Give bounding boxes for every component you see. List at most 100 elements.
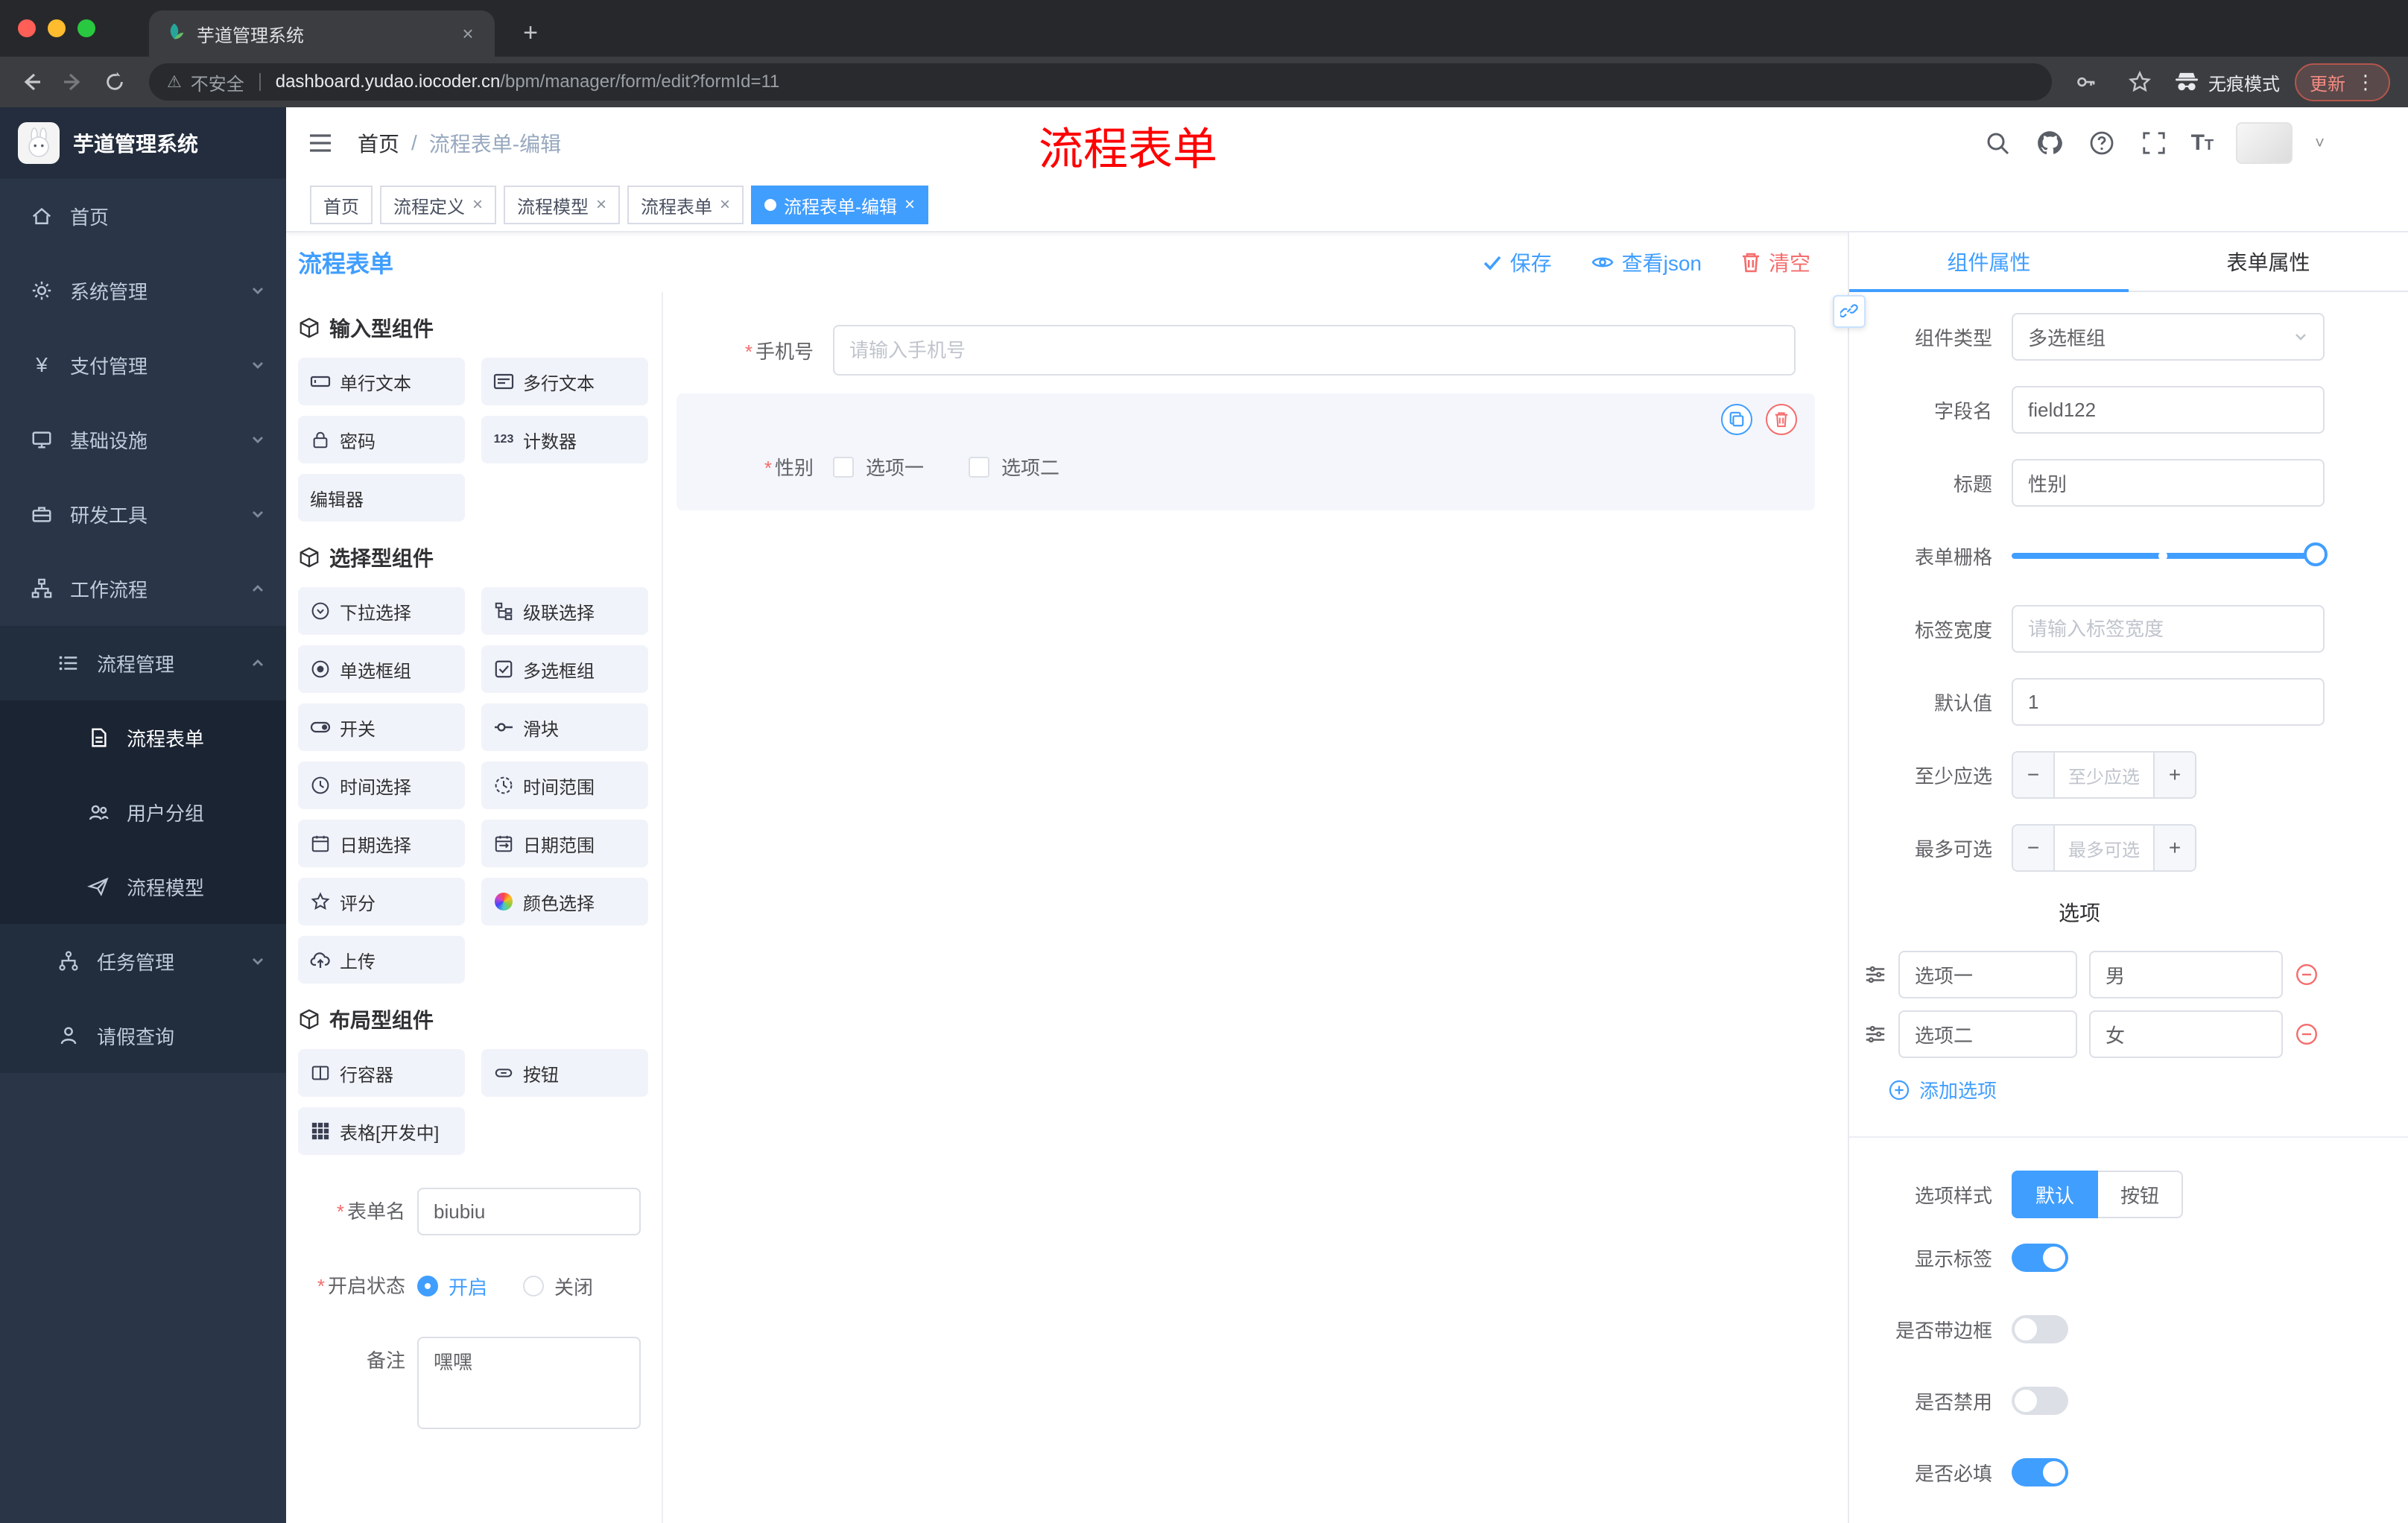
palette-item-button[interactable]: 按钮 (481, 1049, 648, 1097)
sidebar-item-leave-query[interactable]: 请假查询 (0, 998, 286, 1073)
tag-close-icon[interactable]: × (596, 194, 606, 215)
fullscreen-icon[interactable] (2139, 128, 2169, 158)
max-select-value[interactable]: 最多可选 (2055, 826, 2153, 870)
clear-button[interactable]: 清空 (1740, 247, 1810, 277)
palette-item-counter[interactable]: 123 计数器 (481, 416, 648, 463)
form-name-input[interactable] (417, 1188, 641, 1235)
remove-option-icon[interactable] (2295, 963, 2319, 987)
palette-item-switch[interactable]: 开关 (298, 703, 465, 751)
tab-close-icon[interactable]: × (456, 22, 480, 45)
bookmark-star-icon[interactable] (2120, 63, 2159, 101)
avatar-caret-icon[interactable]: ˅ (2315, 133, 2325, 153)
github-icon[interactable] (2035, 128, 2065, 158)
sidebar-item-devtools[interactable]: 研发工具 (0, 477, 286, 551)
browser-menu-kebab-icon[interactable]: ⋮ (2356, 71, 2375, 94)
delete-component-button[interactable] (1766, 404, 1797, 435)
palette-item-time-picker[interactable]: 时间选择 (298, 762, 465, 809)
tag-close-icon[interactable]: × (472, 194, 483, 215)
tag-process-definition[interactable]: 流程定义 × (380, 186, 497, 224)
option-name-input[interactable] (1898, 951, 2077, 998)
palette-item-checkbox-group[interactable]: 多选框组 (481, 645, 648, 693)
tab-component-props[interactable]: 组件属性 (1849, 232, 2129, 292)
palette-item-single-line-text[interactable]: 单行文本 (298, 358, 465, 405)
stepper-plus-button[interactable]: + (2153, 753, 2195, 797)
tab-form-props[interactable]: 表单属性 (2129, 232, 2408, 291)
sidebar-item-user-group[interactable]: 用户分组 (0, 775, 286, 849)
canvas-field-gender-selected[interactable]: * 性别 选项一 选项二 (677, 393, 1815, 510)
user-avatar[interactable] (2236, 122, 2293, 164)
palette-item-date-picker[interactable]: 日期选择 (298, 820, 465, 867)
palette-item-password[interactable]: 密码 (298, 416, 465, 463)
title-input[interactable] (2012, 459, 2325, 507)
label-width-input[interactable] (2012, 605, 2325, 653)
canvas-field-phone[interactable]: * 手机号 (677, 325, 1815, 376)
save-button[interactable]: 保存 (1482, 247, 1552, 277)
password-key-icon[interactable] (2067, 63, 2106, 101)
palette-item-color-picker[interactable]: 颜色选择 (481, 878, 648, 925)
palette-item-time-range[interactable]: 时间范围 (481, 762, 648, 809)
tag-close-icon[interactable]: × (720, 194, 730, 215)
tag-process-model[interactable]: 流程模型 × (504, 186, 621, 224)
window-zoom-button[interactable] (77, 19, 95, 37)
sidebar-item-workflow[interactable]: 工作流程 (0, 551, 286, 626)
checkbox-box[interactable] (969, 456, 990, 478)
checkbox-box[interactable] (833, 456, 854, 478)
sidebar-item-system[interactable]: 系统管理 (0, 253, 286, 328)
border-switch[interactable] (2012, 1315, 2068, 1343)
palette-item-slider[interactable]: 滑块 (481, 703, 648, 751)
min-select-value[interactable]: 至少应选 (2055, 753, 2153, 797)
form-remark-textarea[interactable]: 嘿嘿 (417, 1337, 641, 1429)
checkbox-option-1[interactable]: 选项一 (833, 453, 924, 481)
remove-option-icon[interactable] (2295, 1022, 2319, 1046)
sidebar-item-payment[interactable]: ¥ 支付管理 (0, 328, 286, 402)
palette-item-upload[interactable]: 上传 (298, 936, 465, 984)
disabled-switch[interactable] (2012, 1387, 2068, 1415)
default-value-input[interactable] (2012, 678, 2325, 726)
window-minimize-button[interactable] (48, 19, 66, 37)
component-type-select[interactable]: 多选框组 (2012, 313, 2325, 361)
tag-process-form[interactable]: 流程表单 × (627, 186, 744, 224)
back-icon[interactable] (12, 63, 51, 101)
phone-input[interactable] (833, 325, 1796, 376)
option-name-input[interactable] (1898, 1010, 2077, 1058)
palette-item-row-container[interactable]: 行容器 (298, 1049, 465, 1097)
view-json-button[interactable]: 查看json (1591, 247, 1702, 277)
grid-slider[interactable] (2012, 532, 2328, 580)
sidebar-logo[interactable]: 芋道管理系统 (0, 107, 286, 179)
style-default-button[interactable]: 默认 (2012, 1171, 2099, 1218)
palette-item-date-range[interactable]: 日期范围 (481, 820, 648, 867)
option-value-input[interactable] (2089, 951, 2283, 998)
address-bar[interactable]: ⚠ 不安全 dashboard.yudao.iocoder.cn/bpm/man… (149, 63, 2052, 101)
new-tab-button[interactable]: + (516, 19, 545, 48)
help-icon[interactable] (2087, 128, 2117, 158)
slider-handle[interactable] (2304, 542, 2328, 566)
option-value-input[interactable] (2089, 1010, 2283, 1058)
stepper-plus-button[interactable]: + (2153, 826, 2195, 870)
required-switch[interactable] (2012, 1458, 2068, 1486)
tag-home[interactable]: 首页 (310, 186, 373, 224)
show-label-switch[interactable] (2012, 1244, 2068, 1272)
link-button[interactable] (1833, 295, 1866, 328)
browser-tab[interactable]: 芋道管理系统 × (149, 10, 495, 57)
browser-update-button[interactable]: 更新 ⋮ (2295, 63, 2390, 101)
forward-icon[interactable] (54, 63, 92, 101)
palette-item-select[interactable]: 下拉选择 (298, 587, 465, 635)
sidebar-item-process-form[interactable]: 流程表单 (0, 700, 286, 775)
palette-item-radio-group[interactable]: 单选框组 (298, 645, 465, 693)
field-name-input[interactable] (2012, 386, 2325, 434)
tag-close-icon[interactable]: × (904, 194, 915, 215)
sidebar-item-home[interactable]: 首页 (0, 179, 286, 253)
breadcrumb-home[interactable]: 首页 (358, 128, 399, 158)
checkbox-option-2[interactable]: 选项二 (969, 453, 1059, 481)
palette-item-cascader[interactable]: 级联选择 (481, 587, 648, 635)
stepper-minus-button[interactable]: − (2013, 753, 2055, 797)
window-close-button[interactable] (18, 19, 36, 37)
radio-open[interactable]: 开启 (417, 1273, 487, 1300)
sidebar-collapse-icon[interactable] (304, 127, 337, 159)
palette-item-table[interactable]: 表格[开发中] (298, 1107, 465, 1155)
copy-component-button[interactable] (1721, 404, 1752, 435)
add-option-button[interactable]: 添加选项 (1888, 1076, 2408, 1104)
drag-handle-icon[interactable] (1864, 1023, 1886, 1045)
slider-track[interactable] (2012, 542, 2328, 566)
font-size-icon[interactable]: TT (2191, 130, 2214, 156)
